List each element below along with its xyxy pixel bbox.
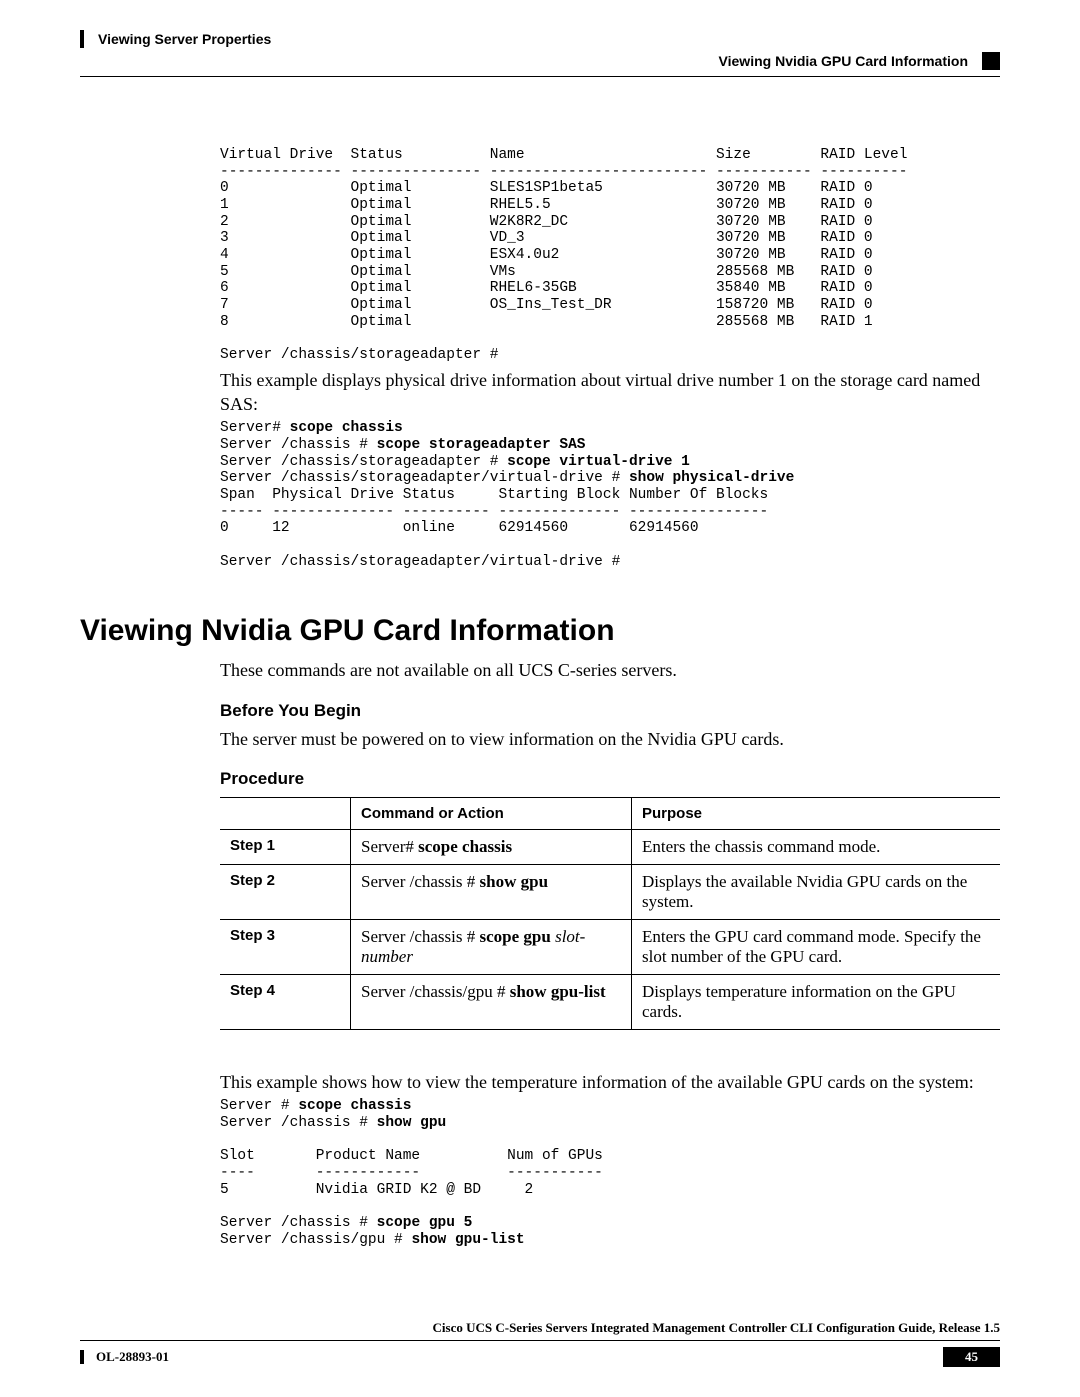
- step-cell: Step 2: [220, 864, 351, 919]
- cmd-prefix: Server /chassis/gpu #: [361, 982, 510, 1001]
- before-you-begin-text: The server must be powered on to view in…: [220, 727, 1000, 751]
- header-rule: [80, 76, 1000, 77]
- cmd-text: Server /chassis #: [220, 437, 377, 453]
- before-you-begin-heading: Before You Begin: [220, 701, 1000, 721]
- header-right: Viewing Nvidia GPU Card Information: [719, 52, 1000, 70]
- command-cell: Server /chassis/gpu # show gpu-list: [351, 974, 632, 1029]
- cmd-prefix: Server /chassis #: [361, 927, 480, 946]
- cmd-text: Server /chassis/storageadapter/virtual-d…: [220, 470, 629, 486]
- procedure-heading: Procedure: [220, 769, 1000, 789]
- example-paragraph: This example shows how to view the tempe…: [220, 1070, 1000, 1094]
- page-footer: Cisco UCS C-Series Servers Integrated Ma…: [80, 1320, 1000, 1367]
- cmd-bold: scope virtual-drive 1: [507, 454, 690, 470]
- table-row: Step 1 Server# scope chassis Enters the …: [220, 829, 1000, 864]
- cmd-text: Server#: [220, 420, 290, 436]
- cmd-bold: scope chassis: [298, 1098, 411, 1114]
- cmd-bold: scope chassis: [418, 837, 512, 856]
- cmd-bold: show gpu: [377, 1115, 447, 1131]
- table-row: Step 4 Server /chassis/gpu # show gpu-li…: [220, 974, 1000, 1029]
- col-purpose: Purpose: [632, 797, 1001, 829]
- doc-id-text: OL-28893-01: [96, 1349, 169, 1365]
- step-cell: Step 4: [220, 974, 351, 1029]
- purpose-cell: Displays the available Nvidia GPU cards …: [632, 864, 1001, 919]
- header-right-text: Viewing Nvidia GPU Card Information: [719, 53, 968, 69]
- header-bar-icon: [80, 30, 84, 48]
- header-left-text: Viewing Server Properties: [98, 31, 271, 47]
- command-cell: Server /chassis # scope gpu slot-number: [351, 919, 632, 974]
- running-header-right-row: Viewing Nvidia GPU Card Information: [80, 52, 1000, 70]
- header-block-icon: [982, 52, 1000, 70]
- section-heading: Viewing Nvidia GPU Card Information: [80, 614, 1000, 648]
- purpose-cell: Enters the chassis command mode.: [632, 829, 1001, 864]
- cmd-text: Server #: [220, 1098, 298, 1114]
- cmd-bold: scope gpu 5: [377, 1215, 473, 1231]
- col-step: [220, 797, 351, 829]
- cmd-bold: show gpu-list: [510, 982, 606, 1001]
- cmd-prefix: Server#: [361, 837, 418, 856]
- cmd-bold: show physical-drive: [629, 470, 794, 486]
- col-command: Command or Action: [351, 797, 632, 829]
- gpu-intro-paragraph: These commands are not available on all …: [220, 658, 1000, 682]
- main-content: Virtual Drive Status Name Size RAID Leve…: [220, 147, 1000, 1248]
- cmd-prefix: Server /chassis #: [361, 872, 480, 891]
- virtual-drive-output: Virtual Drive Status Name Size RAID Leve…: [220, 147, 1000, 364]
- cmd-text: Server /chassis/storageadapter #: [220, 454, 507, 470]
- footer-low-row: OL-28893-01 45: [80, 1347, 1000, 1367]
- purpose-cell: Displays temperature information on the …: [632, 974, 1001, 1029]
- footer-rule: [80, 1340, 1000, 1341]
- command-cell: Server /chassis # show gpu: [351, 864, 632, 919]
- step-cell: Step 3: [220, 919, 351, 974]
- footer-doc-title: Cisco UCS C-Series Servers Integrated Ma…: [80, 1320, 1000, 1336]
- purpose-cell: Enters the GPU card command mode. Specif…: [632, 919, 1001, 974]
- cmd-text: Server /chassis/gpu #: [220, 1232, 411, 1248]
- table-row: Step 3 Server /chassis # scope gpu slot-…: [220, 919, 1000, 974]
- footer-bar-icon: [80, 1350, 84, 1364]
- procedure-table: Command or Action Purpose Step 1 Server#…: [220, 797, 1000, 1030]
- cmd-bold: show gpu-list: [411, 1232, 524, 1248]
- gpu-cmd-block: Server # scope chassis Server /chassis #…: [220, 1098, 1000, 1248]
- cmd-text: Span Physical Drive Status Starting Bloc…: [220, 487, 768, 570]
- cmd-text: Server /chassis #: [220, 1115, 377, 1131]
- header-left: Viewing Server Properties: [80, 30, 271, 48]
- vd-intro-paragraph: This example displays physical drive inf…: [220, 368, 1000, 417]
- page-number: 45: [943, 1347, 1000, 1367]
- cmd-bold: scope storageadapter SAS: [377, 437, 586, 453]
- physical-drive-cmd-block: Server# scope chassis Server /chassis # …: [220, 420, 1000, 570]
- step-cell: Step 1: [220, 829, 351, 864]
- cmd-bold: show gpu: [480, 872, 549, 891]
- table-header-row: Command or Action Purpose: [220, 797, 1000, 829]
- footer-doc-id: OL-28893-01: [80, 1349, 169, 1365]
- cmd-bold: scope gpu: [480, 927, 551, 946]
- cmd-bold: scope chassis: [290, 420, 403, 436]
- table-row: Step 2 Server /chassis # show gpu Displa…: [220, 864, 1000, 919]
- command-cell: Server# scope chassis: [351, 829, 632, 864]
- page: Viewing Server Properties Viewing Nvidia…: [0, 0, 1080, 1397]
- running-header: Viewing Server Properties: [80, 30, 1000, 48]
